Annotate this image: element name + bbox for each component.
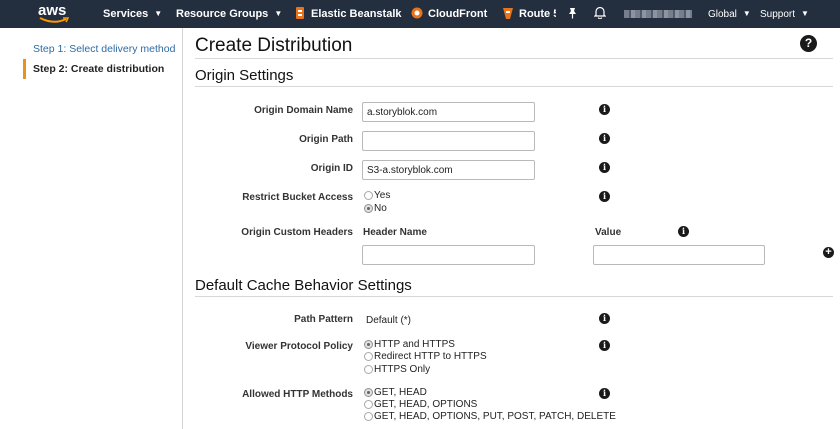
step-1-link[interactable]: Step 1: Select delivery method: [33, 43, 175, 55]
chevron-down-icon: ▼: [154, 9, 163, 18]
viewer-protocol-https-only-option[interactable]: HTTPS Only: [364, 363, 430, 375]
chevron-down-icon: ▼: [742, 9, 751, 18]
origin-domain-name-label: Origin Domain Name: [254, 105, 353, 116]
info-icon[interactable]: i: [678, 226, 689, 237]
allowed-http-methods-label: Allowed HTTP Methods: [242, 389, 353, 400]
restrict-bucket-no-option[interactable]: No: [364, 202, 387, 214]
path-pattern-value: Default (*): [366, 315, 412, 326]
radio-button[interactable]: [364, 364, 373, 374]
info-icon[interactable]: i: [599, 133, 610, 144]
header-value-input[interactable]: [593, 245, 765, 265]
elastic-beanstalk-icon: [296, 7, 304, 19]
info-icon[interactable]: i: [599, 388, 610, 399]
bell-icon: [593, 6, 607, 20]
wizard-steps-sidebar: Step 1: Select delivery method Step 2: C…: [0, 28, 183, 429]
account-name-redacted[interactable]: [624, 10, 692, 18]
allowed-methods-get-head-options-option[interactable]: GET, HEAD, OPTIONS: [364, 398, 477, 410]
chevron-down-icon: ▼: [274, 9, 283, 18]
region-menu[interactable]: Global ▼: [708, 0, 751, 28]
cache-behavior-heading: Default Cache Behavior Settings: [195, 277, 412, 294]
viewer-protocol-http-https-option[interactable]: HTTP and HTTPS: [364, 338, 455, 350]
allowed-methods-get-head-option[interactable]: GET, HEAD: [364, 386, 427, 398]
info-icon[interactable]: i: [599, 104, 610, 115]
top-navigation-bar: aws Services ▼ Resource Groups ▼ Elastic B…: [0, 0, 840, 28]
radio-button[interactable]: [364, 190, 373, 200]
info-icon[interactable]: i: [599, 162, 610, 173]
divider: [195, 86, 833, 87]
info-icon[interactable]: i: [599, 191, 610, 202]
divider: [195, 58, 833, 59]
step-2-current: Step 2: Create distribution: [23, 59, 164, 79]
radio-button-selected[interactable]: [364, 387, 373, 397]
pushpin-icon: [569, 8, 576, 19]
restrict-bucket-access-label: Restrict Bucket Access: [242, 192, 353, 203]
origin-path-label: Origin Path: [299, 134, 353, 145]
pinned-elastic-beanstalk[interactable]: Elastic Beanstalk: [294, 0, 402, 28]
route-53-icon: [503, 8, 513, 19]
header-name-column: Header Name: [363, 227, 427, 238]
header-name-input[interactable]: [362, 245, 535, 265]
step-2-label: Step 2: Create distribution: [33, 63, 165, 75]
resource-groups-menu[interactable]: Resource Groups ▼: [176, 0, 282, 28]
radio-button[interactable]: [364, 411, 373, 421]
radio-button[interactable]: [364, 351, 373, 361]
info-icon[interactable]: i: [599, 313, 610, 324]
origin-domain-name-input[interactable]: [362, 102, 535, 122]
origin-id-input[interactable]: [362, 160, 535, 180]
notifications-button[interactable]: [593, 0, 607, 28]
divider: [195, 296, 833, 297]
radio-button[interactable]: [364, 399, 373, 409]
viewer-protocol-redirect-option[interactable]: Redirect HTTP to HTTPS: [364, 350, 487, 362]
aws-logo[interactable]: aws: [38, 3, 70, 24]
aws-smile-icon: [39, 17, 69, 23]
origin-id-label: Origin ID: [310, 163, 353, 174]
allowed-methods-all-option[interactable]: GET, HEAD, OPTIONS, PUT, POST, PATCH, DE…: [364, 410, 616, 422]
pinned-route-53[interactable]: Route 53: [502, 0, 556, 28]
viewer-protocol-policy-label: Viewer Protocol Policy: [245, 341, 353, 352]
origin-custom-headers-label: Origin Custom Headers: [241, 227, 353, 238]
chevron-down-icon: ▼: [801, 9, 809, 18]
services-menu[interactable]: Services ▼: [103, 0, 162, 28]
add-header-icon[interactable]: +: [823, 247, 834, 258]
origin-path-input[interactable]: [362, 131, 535, 151]
pin-icon[interactable]: [567, 0, 578, 28]
value-column: Value: [595, 227, 622, 238]
info-icon[interactable]: i: [599, 340, 610, 351]
restrict-bucket-yes-option[interactable]: Yes: [364, 189, 390, 201]
origin-settings-heading: Origin Settings: [195, 67, 294, 84]
radio-button-selected[interactable]: [364, 339, 373, 349]
radio-button-selected[interactable]: [364, 203, 373, 213]
page-title: Create Distribution: [195, 35, 353, 56]
cloudfront-icon: [411, 7, 423, 19]
pinned-cloudfront[interactable]: CloudFront: [411, 0, 487, 28]
support-menu[interactable]: Support ▼: [760, 0, 809, 28]
path-pattern-label: Path Pattern: [294, 314, 353, 325]
help-icon[interactable]: ?: [800, 35, 817, 52]
